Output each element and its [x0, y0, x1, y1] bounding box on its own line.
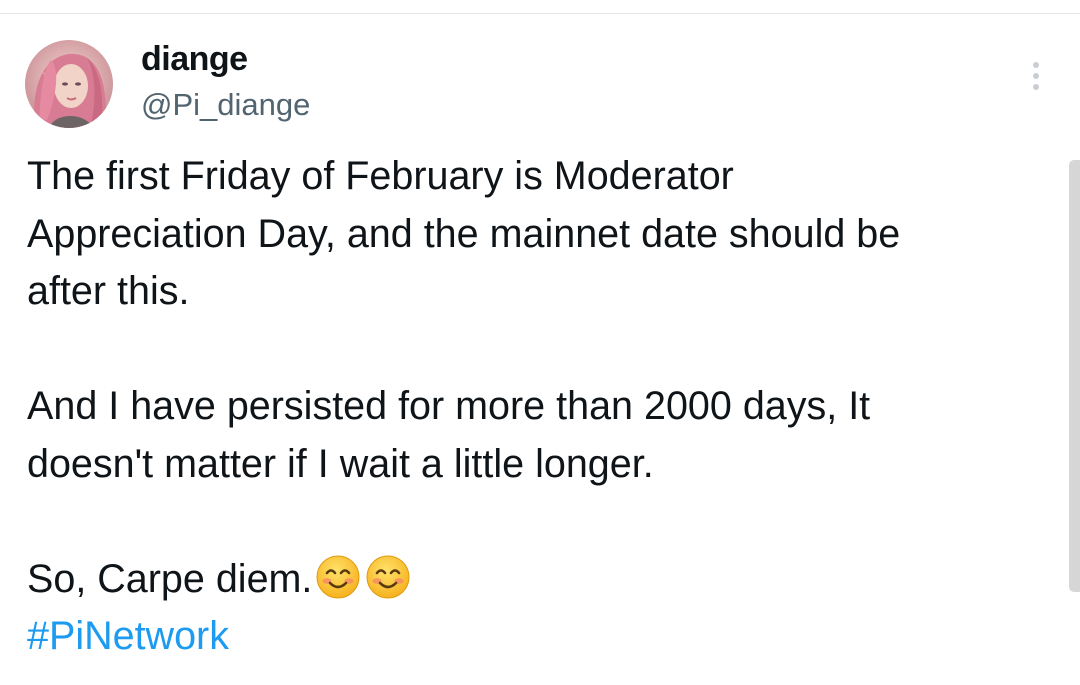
- hashtag-link[interactable]: #PiNetwork: [27, 614, 229, 658]
- more-vertical-icon-dot: [1033, 73, 1039, 79]
- smiling-face-emoji-icon: [314, 553, 362, 601]
- more-options-button[interactable]: [1024, 58, 1048, 94]
- more-vertical-icon-dot: [1033, 84, 1039, 90]
- more-vertical-icon: [1033, 62, 1039, 68]
- tweet-text: The first Friday of February is Moderato…: [27, 148, 1057, 666]
- tweet-paragraph: The first Friday of February is Moderato…: [27, 154, 901, 313]
- display-name[interactable]: diange: [141, 38, 248, 80]
- top-divider: [0, 0, 1080, 14]
- tweet-paragraph: So, Carpe diem.: [27, 551, 1057, 609]
- avatar[interactable]: [25, 40, 113, 128]
- smiling-face-emoji-icon: [364, 553, 412, 601]
- tweet-paragraph: And I have persisted for more than 2000 …: [27, 384, 871, 486]
- scrollbar[interactable]: [1069, 160, 1080, 592]
- tweet-paragraph-text: So, Carpe diem.: [27, 556, 313, 601]
- user-handle[interactable]: @Pi_diange: [141, 85, 310, 125]
- avatar-image: [25, 40, 113, 128]
